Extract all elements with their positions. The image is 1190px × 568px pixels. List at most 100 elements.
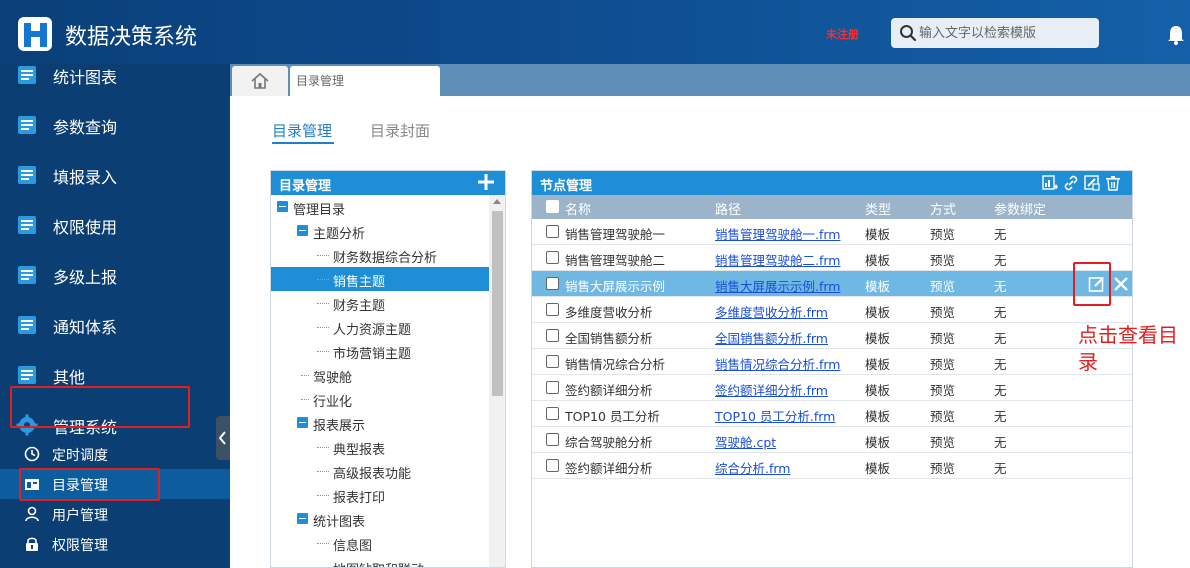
tree-node[interactable]: 报表打印 (271, 483, 489, 507)
row-checkbox[interactable] (546, 251, 559, 264)
tree-node[interactable]: 市场营销主题 (271, 339, 489, 363)
cell-type: 模板 (865, 279, 891, 294)
sidebar-item-param-query[interactable]: 参数查询 (0, 100, 230, 150)
collapse-node-icon[interactable] (297, 513, 308, 524)
sidebar-sub-schedule[interactable]: 定时调度 (0, 439, 230, 469)
row-checkbox[interactable] (546, 329, 559, 342)
row-checkbox[interactable] (546, 407, 559, 420)
subtab-directory[interactable]: 目录管理 (272, 120, 332, 141)
table-row[interactable]: 签约额详细分析 综合分析.frm 模板 预览 无 (532, 453, 1132, 479)
tree-connector (317, 495, 329, 496)
cell-path-link[interactable]: 销售管理驾驶舱二.frm (715, 250, 840, 269)
table-row[interactable]: 综合驾驶舱分析 驾驶舱.cpt 模板 预览 无 (532, 427, 1132, 453)
sidebar-sub-permissions[interactable]: 权限管理 (0, 529, 230, 559)
sidebar-item-notification[interactable]: 通知体系 (0, 300, 230, 350)
sidebar-collapse-button[interactable] (216, 416, 230, 460)
tree-node[interactable]: 销售主题 (271, 267, 489, 291)
row-checkbox[interactable] (546, 355, 559, 368)
sidebar-item-label: 管理系统 (53, 418, 118, 437)
subtab-cover[interactable]: 目录封面 (370, 120, 430, 141)
tree-node[interactable]: 高级报表功能 (271, 459, 489, 483)
bell-icon[interactable] (1165, 24, 1187, 46)
row-checkbox[interactable] (546, 225, 559, 238)
cell-path-link[interactable]: 签约额详细分析.frm (715, 380, 828, 399)
collapse-node-icon[interactable] (277, 201, 288, 212)
scroll-up-arrow-icon[interactable] (493, 199, 501, 204)
tree-node[interactable]: 主题分析 (271, 219, 489, 243)
sidebar-item-data-entry[interactable]: 填报录入 (0, 150, 230, 200)
row-checkbox[interactable] (546, 381, 559, 394)
tree-scroll-thumb[interactable] (492, 211, 503, 396)
edit-node-icon[interactable] (1084, 175, 1100, 191)
tab-home[interactable] (232, 66, 288, 96)
table-row[interactable]: 销售管理驾驶舱一 销售管理驾驶舱一.frm 模板 预览 无 (532, 219, 1132, 245)
sidebar: 统计图表 参数查询 填报录入 权限使用 多级上报 通知体系 其他 管理系统 定时… (0, 64, 230, 568)
collapse-node-icon[interactable] (297, 417, 308, 428)
table-row[interactable]: 签约额详细分析 签约额详细分析.frm 模板 预览 无 (532, 375, 1132, 401)
tree-node[interactable]: 财务数据综合分析 (271, 243, 489, 267)
tree-node[interactable]: 人力资源主题 (271, 315, 489, 339)
link-icon[interactable] (1063, 175, 1079, 191)
cell-mode: 预览 (930, 253, 956, 268)
tree-connector (317, 471, 329, 472)
cell-path-link[interactable]: 销售管理驾驶舱一.frm (715, 224, 840, 243)
table-row[interactable]: 销售大屏展示示例 销售大屏展示示例.frm 模板 预览 无 (532, 271, 1132, 297)
tree-node-label: 典型报表 (333, 443, 386, 458)
tree-node[interactable]: 典型报表 (271, 435, 489, 459)
sidebar-item-label: 多级上报 (53, 268, 118, 287)
tree-node-label: 管理目录 (293, 203, 346, 218)
edit-icon[interactable] (1088, 275, 1106, 293)
row-checkbox[interactable] (546, 459, 559, 472)
cell-mode: 预览 (930, 435, 956, 450)
cell-path-link[interactable]: 销售情况综合分析.frm (715, 354, 840, 373)
tree-node[interactable]: 行业化 (271, 387, 489, 411)
tree-node[interactable]: 信息图 (271, 531, 489, 555)
tree-node[interactable]: 报表展示 (271, 411, 489, 435)
add-icon[interactable] (477, 173, 495, 191)
cell-bind: 无 (994, 357, 1007, 372)
tree-node[interactable]: 管理目录 (271, 195, 489, 219)
sidebar-sub-label: 权限管理 (52, 538, 108, 554)
sidebar-item-permission-use[interactable]: 权限使用 (0, 200, 230, 250)
table-row[interactable]: TOP10 员工分析 TOP10 员工分析.frm 模板 预览 无 (532, 401, 1132, 427)
sidebar-item-charts[interactable]: 统计图表 (0, 64, 230, 100)
sidebar-item-other[interactable]: 其他 (0, 350, 230, 400)
search-box[interactable] (891, 18, 1099, 48)
cell-bind: 无 (994, 383, 1007, 398)
cell-path-link[interactable]: 驾驶舱.cpt (715, 432, 776, 451)
tree-node-label: 财务主题 (333, 299, 386, 314)
tab-directory-management[interactable]: 目录管理 (290, 66, 440, 96)
tree-connector (317, 327, 329, 328)
sidebar-sub-directory[interactable]: 目录管理 (0, 469, 230, 499)
row-checkbox[interactable] (546, 303, 559, 316)
row-checkbox[interactable] (546, 277, 559, 290)
tree-node-label: 高级报表功能 (333, 467, 412, 482)
table-row[interactable]: 销售管理驾驶舱二 销售管理驾驶舱二.frm 模板 预览 无 (532, 245, 1132, 271)
tree-node[interactable]: 财务主题 (271, 291, 489, 315)
close-icon[interactable] (1112, 275, 1130, 293)
sidebar-item-multi-report[interactable]: 多级上报 (0, 250, 230, 300)
annotation-text: 点击查看目录 (1078, 323, 1178, 374)
cell-mode: 预览 (930, 357, 956, 372)
cell-path-link[interactable]: 销售大屏展示示例.frm (715, 276, 840, 295)
trash-icon[interactable] (1105, 175, 1121, 191)
cell-path-link[interactable]: 全国销售额分析.frm (715, 328, 828, 347)
sidebar-sub-users[interactable]: 用户管理 (0, 499, 230, 529)
tree-node[interactable]: 地图钻取和联动 (271, 555, 489, 567)
table-row[interactable]: 销售情况综合分析 销售情况综合分析.frm 模板 预览 无 (532, 349, 1132, 375)
table-row[interactable]: 全国销售额分析 全国销售额分析.frm 模板 预览 无 (532, 323, 1132, 349)
table-row[interactable]: 多维度营收分析 多维度营收分析.frm 模板 预览 无 (532, 297, 1132, 323)
sidebar-item-label: 参数查询 (53, 118, 118, 137)
collapse-node-icon[interactable] (297, 225, 308, 236)
cell-path-link[interactable]: 综合分析.frm (715, 458, 790, 477)
search-input[interactable] (919, 23, 1089, 43)
tree-node[interactable]: 驾驶舱 (271, 363, 489, 387)
cell-path-link[interactable]: 多维度营收分析.frm (715, 302, 828, 321)
cell-mode: 预览 (930, 227, 956, 242)
tree-node[interactable]: 统计图表 (271, 507, 489, 531)
row-checkbox[interactable] (546, 433, 559, 446)
tree-node-label: 销售主题 (333, 275, 386, 290)
chart-add-icon[interactable] (1042, 175, 1058, 191)
cell-path-link[interactable]: TOP10 员工分析.frm (715, 406, 835, 425)
select-all-checkbox[interactable] (546, 200, 559, 213)
